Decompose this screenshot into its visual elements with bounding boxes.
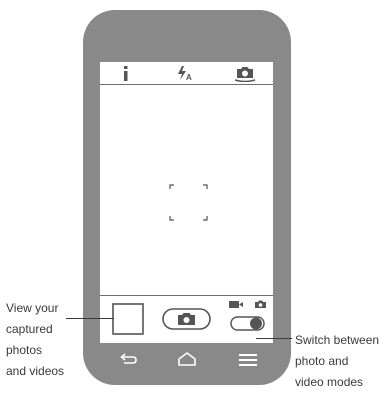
mode-switch-callout-leader [256, 338, 292, 339]
gallery-callout-line-4: and videos [6, 364, 65, 378]
navigation-bar [100, 342, 273, 378]
gallery-callout-line-1: View your [6, 301, 59, 315]
mode-switch-callout-line-2: photo and [295, 354, 349, 368]
photo-video-toggle[interactable] [230, 316, 265, 331]
info-icon[interactable] [116, 64, 136, 82]
video-icon [229, 301, 243, 308]
gallery-callout-leader [66, 318, 114, 319]
back-icon[interactable] [117, 350, 139, 368]
gallery-callout-line-3: photos [6, 343, 43, 357]
gallery-callout-text: View your captured photos and videos [6, 298, 64, 382]
camera-screen: A [100, 62, 273, 343]
home-icon[interactable] [176, 350, 198, 368]
camera-top-bar: A [100, 62, 273, 85]
viewfinder[interactable] [100, 85, 273, 295]
shutter-button[interactable] [162, 308, 211, 330]
gallery-thumbnail[interactable] [112, 303, 144, 335]
svg-text:A: A [186, 73, 192, 82]
flash-auto-icon[interactable]: A [175, 64, 195, 82]
mode-switch-callout-text: Switch between photo and video modes [295, 330, 379, 393]
gallery-callout-line-2: captured [6, 322, 53, 336]
switch-camera-icon[interactable] [233, 64, 256, 82]
camera-bottom-bar [100, 295, 273, 343]
mode-switch-callout-line-1: Switch between [295, 333, 380, 347]
menu-icon[interactable] [237, 350, 259, 368]
mode-switch-callout-line-3: video modes [295, 375, 364, 389]
camera-mode-icon [255, 300, 266, 308]
focus-frame [169, 184, 208, 221]
